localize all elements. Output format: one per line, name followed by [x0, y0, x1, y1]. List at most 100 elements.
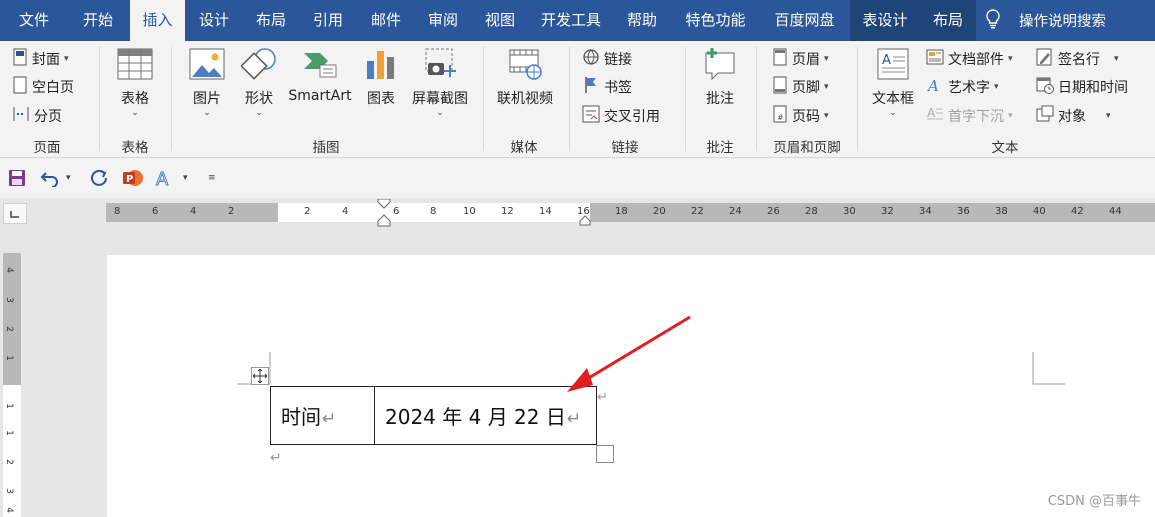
ribbon-tab-bar: 文件 开始 插入 设计 布局 引用 邮件 审阅 视图 开发工具 帮助 特色功能 … [0, 0, 1155, 41]
ruler-tick: 4 [190, 206, 197, 217]
tab-design[interactable]: 设计 [188, 0, 240, 41]
bookmark-flag-icon [582, 76, 600, 98]
cross-reference-icon [582, 105, 600, 127]
signature-line-icon [1036, 48, 1054, 70]
shapes-icon [240, 47, 277, 85]
blank-page-button[interactable]: 空白页 [12, 76, 74, 98]
redo-icon[interactable] [90, 166, 108, 190]
page-break-button[interactable]: 分页 [12, 105, 62, 127]
tab-table-design[interactable]: 表设计 [850, 0, 920, 41]
screenshot-icon [422, 47, 458, 85]
table-cell[interactable]: 时间↵ [270, 386, 375, 445]
table-button[interactable]: 表格 ⌄ [113, 47, 157, 118]
cross-reference-button[interactable]: 交叉引用 [582, 105, 660, 127]
tab-view[interactable]: 视图 [474, 0, 526, 41]
ruler-tick: 2 [3, 459, 14, 465]
quick-parts-label: 文档部件 [948, 52, 1004, 68]
tab-baidu-netdisk[interactable]: 百度网盘 [762, 0, 847, 41]
tab-layout[interactable]: 布局 [245, 0, 297, 41]
annotation-arrow-icon [567, 315, 691, 392]
document-table[interactable]: 时间↵ 2024 年 4 月 22 日↵ [270, 386, 597, 445]
text-box-button[interactable]: A 文本框 ⌄ [868, 47, 918, 118]
page-break-label: 分页 [34, 109, 62, 125]
chevron-down-icon: ⌄ [436, 108, 444, 118]
ruler-tick: 6 [152, 206, 159, 217]
horizontal-ruler[interactable]: 8 6 4 2 2 4 6 8 10 12 14 16 18 20 22 24 … [106, 199, 1155, 227]
ruler-tick: 8 [114, 206, 121, 217]
group-label-header-footer: 页眉和页脚 [773, 140, 841, 156]
chart-label: 图表 [367, 91, 395, 107]
quick-parts-icon [926, 48, 944, 70]
comment-label: 批注 [706, 91, 734, 107]
ruler-tick: 2 [304, 206, 311, 217]
tab-help[interactable]: 帮助 [616, 0, 668, 41]
ruler-tick: 30 [843, 206, 856, 217]
tab-special-features[interactable]: 特色功能 [673, 0, 758, 41]
tell-me-search[interactable]: 操作说明搜索 [985, 0, 1106, 41]
group-label-illustrations: 插图 [312, 140, 340, 156]
cover-page-button[interactable]: 封面 ▾ [12, 48, 69, 70]
chevron-down-icon: ▾ [824, 82, 829, 92]
wordart-button[interactable]: A 艺术字 ▾ [926, 76, 999, 98]
ruler-tick: 32 [881, 206, 894, 217]
tab-references[interactable]: 引用 [302, 0, 354, 41]
tab-mailings[interactable]: 邮件 [360, 0, 412, 41]
date-time-button[interactable]: 日期和时间 [1036, 76, 1128, 98]
link-button[interactable]: 链接 [582, 48, 632, 70]
page-corner-mark [1032, 352, 1065, 385]
ruler-tick: 1 [3, 403, 14, 409]
document-page[interactable]: 时间↵ 2024 年 4 月 22 日↵ ↵ ↵ [107, 255, 1155, 517]
chart-button[interactable]: 图表 [362, 47, 400, 108]
tab-selector[interactable] [3, 203, 27, 224]
ruler-tick: 14 [539, 206, 552, 217]
tab-file[interactable]: 文件 [0, 0, 68, 41]
tab-home[interactable]: 开始 [68, 0, 128, 41]
ruler-tick: 42 [1071, 206, 1084, 217]
object-button[interactable]: 对象 ▾ [1036, 105, 1111, 127]
pictures-button[interactable]: 图片 ⌄ [186, 47, 228, 118]
svg-text:A: A [926, 77, 939, 94]
online-video-button[interactable]: 联机视频 [494, 47, 556, 108]
header-button[interactable]: 页眉 ▾ [772, 48, 829, 70]
group-label-links: 链接 [611, 140, 639, 156]
customize-toolbar-icon[interactable]: ≡ [208, 166, 216, 190]
footer-button[interactable]: 页脚 ▾ [772, 76, 829, 98]
group-label-comments: 批注 [706, 140, 734, 156]
signature-line-button[interactable]: 签名行 ▾ [1036, 48, 1119, 70]
right-indent-marker-icon[interactable] [579, 208, 591, 226]
indent-marker-icon[interactable] [377, 199, 391, 227]
shapes-label: 形状 [245, 91, 273, 107]
powerpoint-icon[interactable]: P [122, 166, 144, 190]
ruler-tick: 2 [3, 326, 14, 332]
bookmark-button[interactable]: 书签 [582, 76, 632, 98]
page-break-icon [12, 105, 30, 127]
save-icon[interactable] [8, 166, 26, 190]
tab-review[interactable]: 审阅 [417, 0, 469, 41]
group-divider [857, 47, 858, 151]
new-comment-button[interactable]: 批注 [700, 47, 740, 108]
svg-text:P: P [126, 174, 133, 185]
link-label: 链接 [604, 52, 632, 68]
ruler-tick: 36 [957, 206, 970, 217]
chevron-down-icon[interactable]: ▾ [183, 166, 188, 190]
page-number-button[interactable]: # 页码 ▾ [772, 105, 829, 127]
tab-insert[interactable]: 插入 [130, 0, 185, 41]
tab-table-layout[interactable]: 布局 [920, 0, 976, 41]
ruler-tick: 2 [228, 206, 235, 217]
table-resize-handle[interactable] [596, 445, 614, 463]
vertical-ruler[interactable]: 4 3 2 1 1 1 2 3 4 [3, 253, 21, 517]
ruler-tick: 1 [3, 355, 14, 361]
smartart-button[interactable]: SmartArt [287, 47, 353, 104]
chevron-down-icon: ▾ [1008, 54, 1013, 64]
text-effects-icon[interactable]: A [154, 166, 174, 190]
table-label: 表格 [121, 91, 149, 107]
shapes-button[interactable]: 形状 ⌄ [238, 47, 280, 118]
screenshot-button[interactable]: 屏幕截图 ⌄ [408, 47, 472, 118]
quick-parts-button[interactable]: 文档部件 ▾ [926, 48, 1013, 70]
group-divider [171, 47, 172, 151]
undo-icon[interactable] [40, 166, 62, 190]
svg-text:A: A [882, 53, 891, 68]
chevron-down-icon[interactable]: ▾ [66, 166, 71, 190]
tab-developer[interactable]: 开发工具 [531, 0, 611, 41]
table-move-handle[interactable] [251, 367, 269, 385]
